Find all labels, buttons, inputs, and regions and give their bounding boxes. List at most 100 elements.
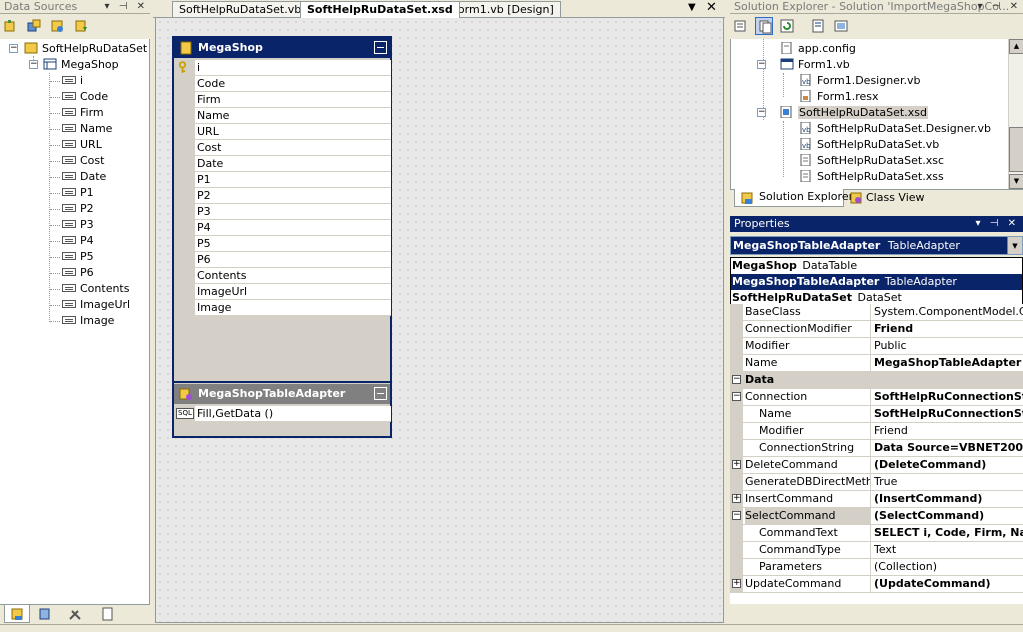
- table-column-row[interactable]: URL: [195, 124, 391, 140]
- configure-button[interactable]: [48, 17, 66, 35]
- refresh-solution-button[interactable]: [778, 17, 796, 35]
- close-document-icon[interactable]: ✕: [706, 0, 717, 15]
- view-code-button[interactable]: [809, 17, 827, 35]
- property-expander-icon[interactable]: −: [732, 392, 741, 401]
- tree-column-node[interactable]: P2: [62, 201, 94, 217]
- add-data-source-button[interactable]: [1, 17, 19, 35]
- table-column-row[interactable]: Name: [195, 108, 391, 124]
- property-row[interactable]: NameSoftHelpRuConnectionStrin: [730, 406, 1023, 423]
- property-row[interactable]: CommandType Text: [730, 542, 1023, 559]
- tab-form1-design[interactable]: Form1.vb [Design]: [445, 1, 561, 17]
- property-row[interactable]: Modifier Public: [730, 338, 1023, 355]
- se-item-form1-resx[interactable]: Form1.resx: [799, 89, 879, 105]
- se-item-dataset-xsd[interactable]: SoftHelpRuDataSet.xsd: [780, 105, 928, 121]
- tree-column-node[interactable]: Code: [62, 89, 108, 105]
- property-row[interactable]: Name MegaShopTableAdapter: [730, 355, 1023, 372]
- panel-buttons[interactable]: ▾ ⊣ ✕: [105, 0, 148, 14]
- tree-column-node[interactable]: Image: [62, 313, 114, 329]
- property-expander-icon[interactable]: +: [732, 494, 741, 503]
- tree-table-node[interactable]: MegaShop: [43, 57, 119, 73]
- table-column-row[interactable]: Contents: [195, 268, 391, 284]
- table-column-row[interactable]: P5: [195, 236, 391, 252]
- tree-column-node[interactable]: Contents: [62, 281, 129, 297]
- property-expander-icon[interactable]: +: [732, 460, 741, 469]
- table-column-row[interactable]: P2: [195, 188, 391, 204]
- property-expander-icon[interactable]: −: [732, 511, 741, 520]
- collapse-table-button[interactable]: [374, 41, 387, 54]
- table-expander[interactable]: −: [29, 60, 38, 69]
- table-column-row[interactable]: Code: [195, 76, 391, 92]
- tree-column-node[interactable]: P6: [62, 265, 94, 281]
- adapter-query-row[interactable]: Fill,GetData (): [195, 406, 391, 422]
- tree-column-node[interactable]: Name: [62, 121, 112, 137]
- se-item-dataset-xsc[interactable]: SoftHelpRuDataSet.xsc: [799, 153, 944, 169]
- property-row[interactable]: Modifier Friend: [730, 423, 1023, 440]
- scroll-down-button[interactable]: ▼: [1009, 174, 1023, 189]
- tree-column-node[interactable]: i: [62, 73, 83, 89]
- collapse-adapter-button[interactable]: [374, 387, 387, 400]
- property-row[interactable]: BaseClassSystem.ComponentModel.Comp: [730, 304, 1023, 321]
- property-row[interactable]: −ConnectionSoftHelpRuConnectionStrin: [730, 389, 1023, 406]
- form1-expander[interactable]: −: [757, 60, 766, 69]
- tab-class-view[interactable]: Class View: [846, 190, 926, 206]
- properties-button[interactable]: [731, 17, 749, 35]
- property-expander-icon[interactable]: +: [732, 579, 741, 588]
- property-row[interactable]: CommandTextSELECT i, Code, Firm, Name: [730, 525, 1023, 542]
- tree-column-node[interactable]: P1: [62, 185, 94, 201]
- se-item-form1-designer[interactable]: vb Form1.Designer.vb: [799, 73, 920, 89]
- se-item-dataset-xss[interactable]: SoftHelpRuDataSet.xss: [799, 169, 944, 185]
- root-expander[interactable]: −: [9, 44, 18, 53]
- property-row[interactable]: ConnectionModifier Friend: [730, 321, 1023, 338]
- tree-column-node[interactable]: Firm: [62, 105, 104, 121]
- table-column-row[interactable]: P3: [195, 204, 391, 220]
- property-row[interactable]: + InsertCommand (InsertCommand): [730, 491, 1023, 508]
- se-item-dataset-designer[interactable]: vb SoftHelpRuDataSet.Designer.vb: [799, 121, 991, 137]
- selector-dropdown-button[interactable]: ▼: [1007, 237, 1022, 254]
- scroll-thumb[interactable]: [1009, 127, 1023, 172]
- tree-dataset-node[interactable]: SoftHelpRuDataSet: [24, 41, 147, 57]
- dataset-file-expander[interactable]: −: [757, 108, 766, 117]
- solution-panel-buttons[interactable]: ▾ ⊣ ✕: [978, 0, 1021, 14]
- tab-dataset-xsd[interactable]: SoftHelpRuDataSet.xsd: [300, 1, 460, 18]
- tree-column-node[interactable]: Cost: [62, 153, 104, 169]
- tree-column-node[interactable]: URL: [62, 137, 102, 153]
- document-outline-tab[interactable]: [100, 607, 120, 623]
- table-column-row[interactable]: P1: [195, 172, 391, 188]
- tab-solution-explorer[interactable]: Solution Explorer: [734, 189, 853, 207]
- table-column-row[interactable]: Date: [195, 156, 391, 172]
- table-column-row[interactable]: P6: [195, 252, 391, 268]
- table-column-row[interactable]: Cost: [195, 140, 391, 156]
- tree-column-node[interactable]: ImageUrl: [62, 297, 130, 313]
- table-column-row[interactable]: i: [195, 60, 391, 76]
- refresh-button[interactable]: [72, 17, 90, 35]
- megashop-table-header[interactable]: MegaShop: [174, 38, 390, 58]
- table-column-row[interactable]: P4: [195, 220, 391, 236]
- table-column-row[interactable]: ImageUrl: [195, 284, 391, 300]
- tree-column-node[interactable]: P5: [62, 249, 94, 265]
- dropdown-option-megashop[interactable]: MegaShop DataTable: [731, 258, 1022, 274]
- table-column-row[interactable]: Firm: [195, 92, 391, 108]
- se-item-dataset-vb[interactable]: vb SoftHelpRuDataSet.vb: [799, 137, 939, 153]
- edit-dataset-button[interactable]: [25, 17, 43, 35]
- se-item-form1[interactable]: Form1.vb: [780, 57, 850, 73]
- property-row[interactable]: GenerateDBDirectMethodsTrue: [730, 474, 1023, 491]
- property-expander-icon[interactable]: −: [732, 375, 741, 384]
- scroll-up-button[interactable]: ▲: [1009, 39, 1023, 54]
- property-row[interactable]: − SelectCommand (SelectCommand): [730, 508, 1023, 525]
- property-row[interactable]: + DeleteCommand (DeleteCommand): [730, 457, 1023, 474]
- table-column-row[interactable]: Image: [195, 300, 391, 316]
- dropdown-option-adapter[interactable]: MegaShopTableAdapter TableAdapter: [731, 274, 1022, 290]
- solution-explorer-scrollbar[interactable]: ▲ ▼: [1008, 39, 1023, 189]
- tree-column-node[interactable]: P3: [62, 217, 94, 233]
- toolbox-tab[interactable]: [68, 607, 88, 623]
- view-designer-button[interactable]: [832, 17, 850, 35]
- tree-column-node[interactable]: P4: [62, 233, 94, 249]
- adapter-header[interactable]: MegaShopTableAdapter: [174, 384, 390, 404]
- property-row[interactable]: Parameters (Collection): [730, 559, 1023, 576]
- data-sources-tab[interactable]: [4, 605, 30, 623]
- tree-column-node[interactable]: Date: [62, 169, 106, 185]
- property-row[interactable]: + UpdateCommand (UpdateCommand): [730, 576, 1023, 593]
- show-all-files-button[interactable]: [754, 17, 773, 35]
- properties-panel-buttons[interactable]: ▾ ⊣ ✕: [976, 216, 1019, 232]
- tab-dataset-vb[interactable]: SoftHelpRuDataSet.vb: [172, 1, 309, 17]
